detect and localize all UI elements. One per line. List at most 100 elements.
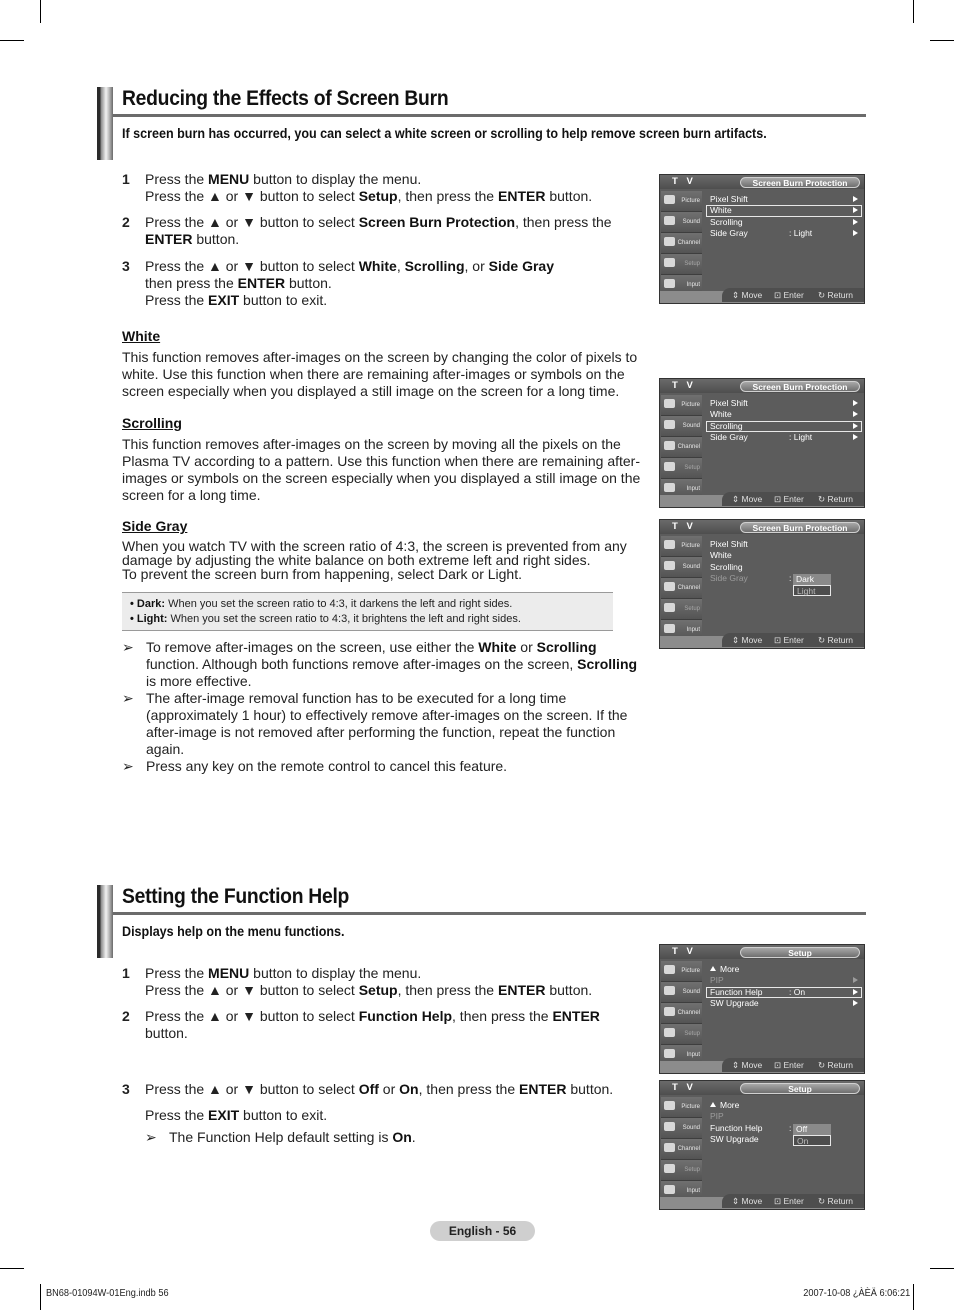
tip-line: Press any key on the remote control to c… [146,758,637,775]
osd-menu-title: Screen Burn Protection [740,381,860,392]
osd-sidebar-item-channel[interactable]: Channel [661,1003,702,1024]
osd-menu-item[interactable]: PIP [706,1111,862,1122]
step-line: Press the ▲ or ▼ button to select Off or… [145,1081,613,1098]
osd-sidebar-item-channel[interactable]: Channel [661,233,702,254]
osd-menu-item[interactable]: SW Upgrade [706,1134,862,1145]
text-run: button. [192,231,240,247]
osd-menu-item[interactable]: Scrolling [706,420,862,432]
osd-sidebar-item-picture[interactable]: Picture [661,961,702,982]
text-run: button. [545,188,593,204]
osd-sidebar-item-setup[interactable]: Setup [661,1024,702,1045]
osd-sidebar-item-picture[interactable]: Picture [661,395,702,416]
osd-sidebar-item-sound[interactable]: Sound [661,212,702,233]
osd-menu-item[interactable]: Side Gray [706,573,862,584]
osd-menu-item[interactable]: Function Help: On [706,986,862,998]
text-run: Press the [145,292,209,308]
channel-icon [664,237,675,246]
osd-sidebar: Picture Sound Channel Setup Input [661,1097,702,1202]
osd-sidebar-item-picture[interactable]: Picture [661,536,702,557]
osd-sidebar-item-sound[interactable]: Sound [661,416,702,437]
osd-menu-item[interactable]: Side Gray: Light [706,228,862,239]
osd-item-label: More [720,1100,740,1110]
osd-menu-item[interactable]: White [706,205,862,217]
osd-sidebar-item-setup[interactable]: Setup [661,458,702,479]
osd-menu-item[interactable]: Scrolling [706,217,862,228]
osd-sidebar: Picture Sound Channel Setup Input [661,191,702,296]
osd-item-label: SW Upgrade [710,997,759,1008]
input-icon [664,279,675,288]
osd-menu-item[interactable]: More [706,964,862,975]
crop-mark [913,0,914,23]
osd-sidebar-item-sound[interactable]: Sound [661,557,702,578]
step-line: Press the MENU button to display the men… [145,965,592,982]
osd-menu-list: More PIP Function Help: On SW Upgrade [706,964,862,1009]
osd-sidebar-label: Channel [677,444,700,450]
osd-sidebar-item-picture[interactable]: Picture [661,1097,702,1118]
text-run: Press the ▲ or ▼ button to select [145,1081,359,1097]
text-run: Press the [145,171,209,187]
osd-sidebar-label: Input [686,282,700,288]
osd-sidebar-item-channel[interactable]: Channel [661,578,702,599]
osd-menu-list: Pixel Shift White Scrolling Side Gray: Ligh… [706,398,862,443]
osd-menu-item[interactable]: Pixel Shift [706,398,862,409]
text-run: is more effective. [146,673,252,689]
osd-menu-item[interactable]: SW Upgrade [706,998,862,1009]
osd-dropdown-option[interactable]: On [793,1134,831,1146]
osd-sidebar-item-setup[interactable]: Setup [661,599,702,620]
text-run: The Function Help default setting is [169,1129,393,1145]
tip-line: again. [146,741,637,758]
chevron-right-icon [853,433,858,440]
osd-menu-item[interactable]: Pixel Shift [706,194,862,205]
osd-sidebar-label: Channel [677,240,700,246]
osd-menu-item[interactable]: White [706,550,862,561]
text-run: , then press the [418,1081,520,1097]
osd-item-value: : Light [789,227,813,238]
text-run: button to display the menu. [249,171,422,187]
osd-sidebar-label: Setup [684,1031,700,1037]
osd-menu-item[interactable]: PIP [706,975,862,986]
osd-dropdown-option[interactable]: Dark [793,573,831,585]
osd-sidebar-item-setup[interactable]: Setup [661,1160,702,1181]
osd-sidebar-item-picture[interactable]: Picture [661,191,702,212]
paragraph-white: This function removes after-images on th… [122,349,642,400]
step-line: Press the EXIT button to exit. [145,292,554,309]
osd-sidebar-item-channel[interactable]: Channel [661,1139,702,1160]
osd-menu-item[interactable]: Scrolling [706,562,862,573]
chevron-right-icon [853,411,858,418]
osd-menu-item[interactable]: More [706,1100,862,1111]
osd-dropdown[interactable]: Off On [793,1123,831,1146]
osd-sidebar-item-sound[interactable]: Sound [661,982,702,1003]
osd-tv-label: T V [672,946,696,957]
osd-sidebar-item-channel[interactable]: Channel [661,437,702,458]
step-text: Press the ▲ or ▼ button to select Off or… [145,1081,613,1098]
sound-icon [664,420,675,429]
emphasis-text: Scrolling [577,656,638,672]
step-line: Press the ▲ or ▼ button to select Screen… [145,214,612,231]
step-number: 1 [122,965,130,981]
text-run: Press the ▲ or ▼ button to select [145,188,359,204]
osd-sidebar-item-setup[interactable]: Setup [661,254,702,275]
osd-item-label: Pixel Shift [710,398,748,408]
chevron-right-icon [853,422,858,429]
osd-menu-item[interactable]: Function Help [706,1123,862,1134]
osd-dropdown[interactable]: Dark Light [793,573,831,596]
osd-sidebar-label: Picture [681,968,700,974]
emphasis-text: Function Help [358,1008,453,1024]
osd-menu-item[interactable]: White [706,409,862,420]
return-hint: ↻ Return [818,290,853,300]
osd-menu-item[interactable]: Side Gray: Light [706,432,862,443]
emphasis-text: Scrolling [404,258,465,274]
osd-colon: : [789,1122,792,1133]
text-run: . [411,1129,416,1145]
osd-dropdown-option[interactable]: Off [793,1123,831,1135]
text-run: Press the [145,1107,209,1123]
side-gray-note-box: • Dark: When you set the screen ratio to… [122,592,613,631]
emphasis-text: ENTER [498,188,546,204]
osd-dropdown-option[interactable]: Light [793,584,831,596]
osd-menu-item[interactable]: Pixel Shift [706,539,862,550]
emphasis-text: EXIT [208,292,240,308]
text-run: button. [285,275,332,291]
osd-sidebar-item-sound[interactable]: Sound [661,1118,702,1139]
crop-mark [930,40,954,41]
paragraph-line: white. Use this function when there are … [122,366,625,382]
